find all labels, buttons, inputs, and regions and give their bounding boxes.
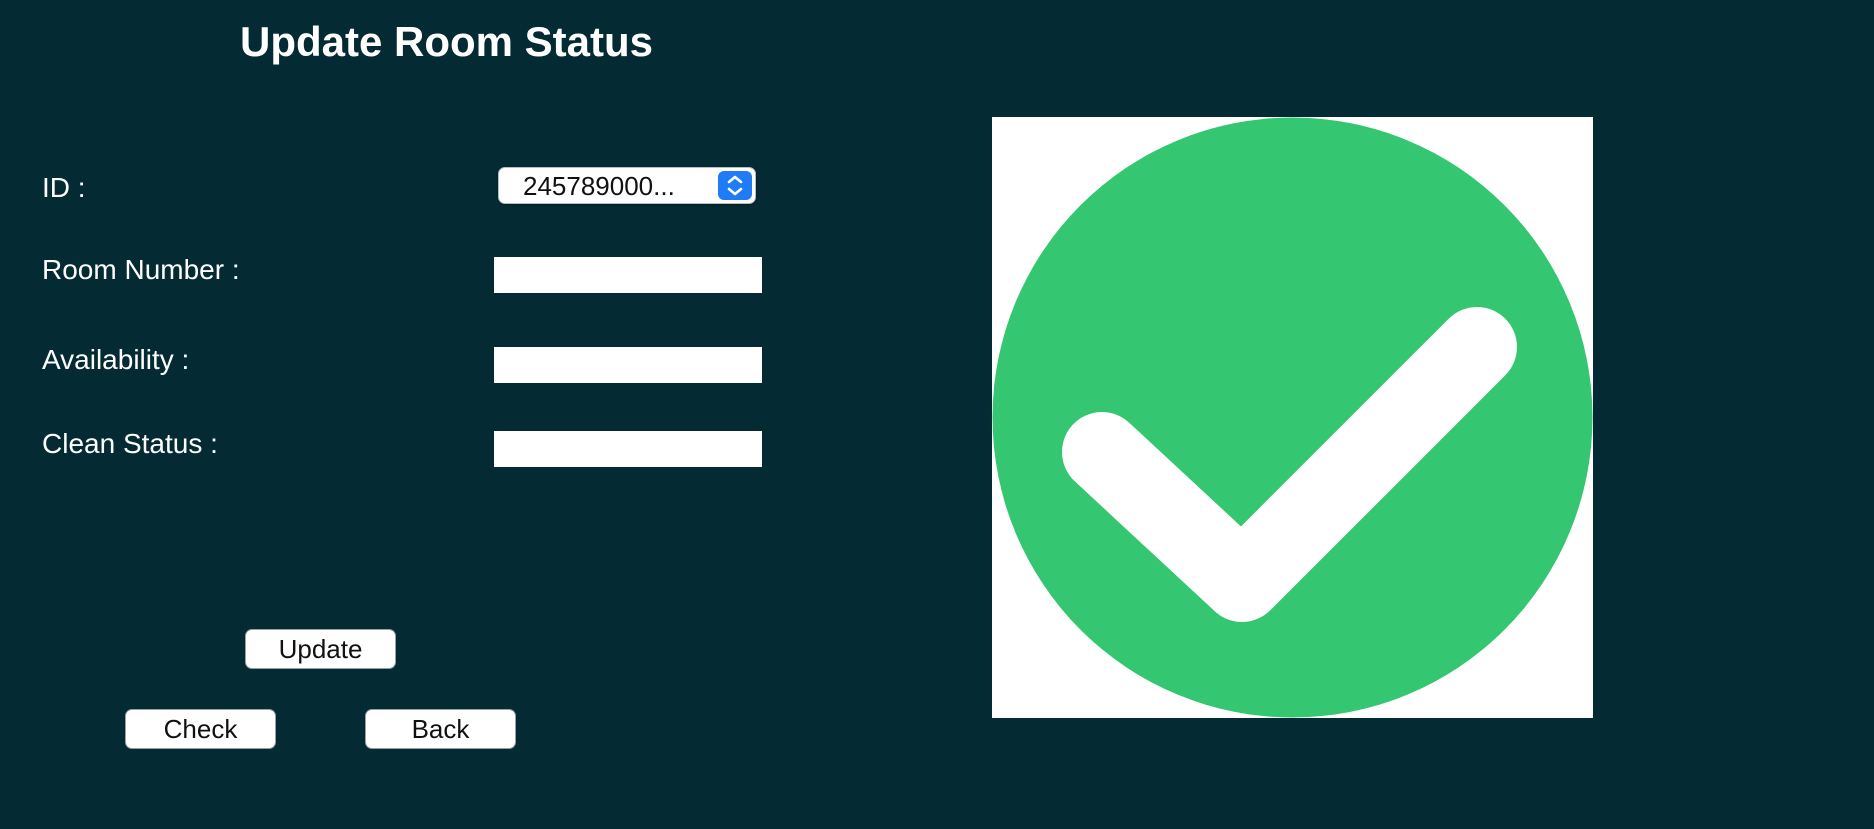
room-number-field[interactable] xyxy=(494,257,762,293)
availability-field[interactable] xyxy=(494,347,762,383)
id-label: ID : xyxy=(42,172,86,203)
clean-status-label: Clean Status : xyxy=(42,428,218,459)
id-select[interactable]: 245789000... xyxy=(498,167,756,204)
clean-status-field[interactable] xyxy=(494,431,762,467)
check-circle-icon xyxy=(992,117,1593,718)
update-button[interactable]: Update xyxy=(245,629,396,669)
id-select-value: 245789000... xyxy=(523,171,675,201)
status-image xyxy=(992,117,1593,718)
page-title: Update Room Status xyxy=(240,18,654,65)
back-button[interactable]: Back xyxy=(365,709,516,749)
check-button[interactable]: Check xyxy=(125,709,276,749)
availability-label: Availability : xyxy=(42,344,190,375)
room-number-label: Room Number : xyxy=(42,254,240,285)
select-arrows-icon xyxy=(718,171,752,200)
